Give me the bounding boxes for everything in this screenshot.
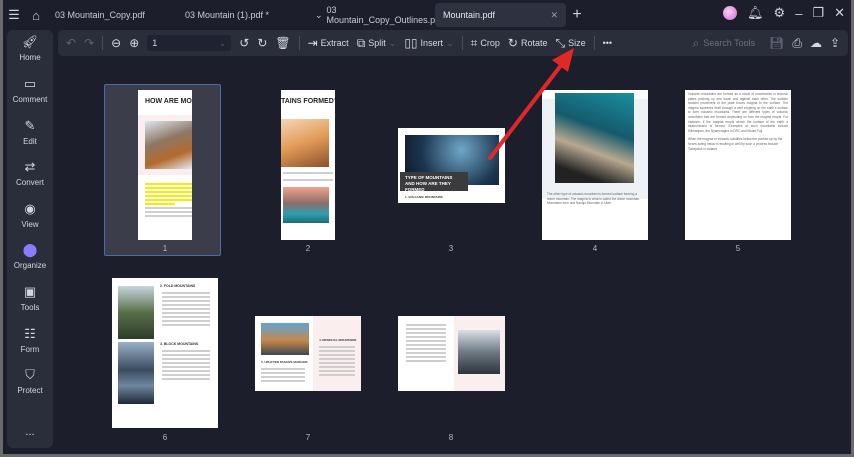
annotation-arrow bbox=[488, 48, 574, 160]
